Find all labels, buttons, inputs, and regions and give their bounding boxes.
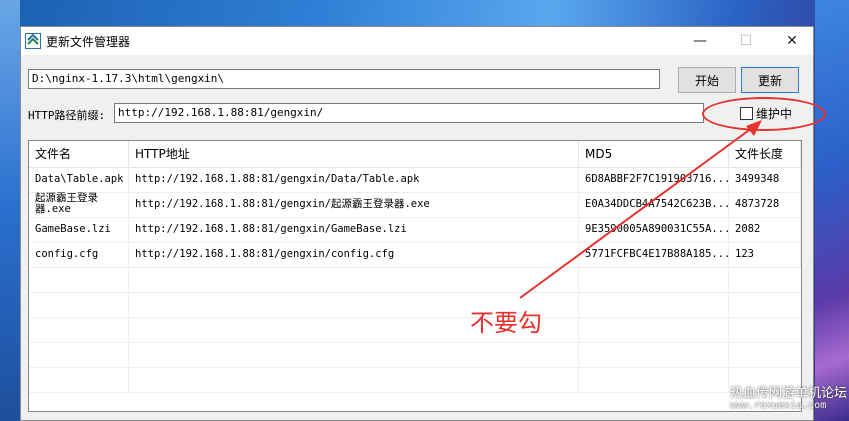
close-button[interactable]: ✕: [769, 27, 815, 55]
table-row[interactable]: GameBase.lzi http://192.168.1.88:81/geng…: [29, 217, 801, 243]
empty-row: [29, 292, 801, 318]
cell-http-url: http://192.168.1.88:81/gengxin/Data/Tabl…: [129, 167, 579, 192]
empty-row: [29, 317, 801, 343]
title-bar[interactable]: 更新文件管理器 — ☐ ✕: [21, 27, 813, 55]
cell-filename: config.cfg: [29, 242, 129, 267]
table-row[interactable]: 起源霸王登录器.exe http://192.168.1.88:81/gengx…: [29, 192, 801, 218]
watermark-text: 热血传网游单机论坛: [730, 386, 848, 401]
desktop-background-right: [815, 0, 849, 421]
cell-file-size: 3499348: [729, 167, 801, 192]
column-header-http-url[interactable]: HTTP地址: [129, 141, 579, 167]
empty-cell: [29, 317, 129, 342]
cell-md5: 6D8ABBF2F7C191903716...: [579, 167, 729, 192]
table-row[interactable]: Data\Table.apk http://192.168.1.88:81/ge…: [29, 167, 801, 193]
window-title: 更新文件管理器: [46, 35, 131, 49]
file-list-table[interactable]: 文件名 HTTP地址 MD5 文件长度 Data\Table.apk http:…: [28, 140, 802, 412]
cell-http-url: http://192.168.1.88:81/gengxin/起源霸王登录器.e…: [129, 192, 579, 217]
annotation-ellipse: [702, 97, 826, 131]
empty-cell: [579, 267, 729, 292]
cell-filename: 起源霸王登录器.exe: [29, 192, 129, 217]
cell-file-size: 123: [729, 242, 801, 267]
cell-http-url: http://192.168.1.88:81/gengxin/GameBase.…: [129, 217, 579, 242]
update-file-manager-window: 更新文件管理器 — ☐ ✕ D:\nginx-1.17.3\html\gengx…: [20, 26, 826, 421]
table-row[interactable]: config.cfg http://192.168.1.88:81/gengxi…: [29, 242, 801, 268]
empty-cell: [579, 367, 729, 392]
start-button[interactable]: 开始: [678, 67, 736, 93]
empty-cell: [129, 342, 579, 367]
app-icon: [25, 33, 41, 49]
http-prefix-input[interactable]: http://192.168.1.88:81/gengxin/: [114, 103, 704, 123]
column-header-filename[interactable]: 文件名: [29, 141, 129, 167]
empty-cell: [129, 267, 579, 292]
http-prefix-label: HTTP路径前缀:: [28, 109, 106, 122]
annotation-text: 不要勾: [470, 309, 542, 337]
minimize-button[interactable]: —: [677, 27, 723, 55]
cell-file-size: 4873728: [729, 192, 801, 217]
cell-md5: 9E3590005A890031C55A...: [579, 217, 729, 242]
empty-cell: [129, 367, 579, 392]
cell-md5: 5771FCFBC4E17B88A185...: [579, 242, 729, 267]
column-header-md5[interactable]: MD5: [579, 141, 729, 167]
cell-http-url: http://192.168.1.88:81/gengxin/config.cf…: [129, 242, 579, 267]
cell-filename: Data\Table.apk: [29, 167, 129, 192]
empty-cell: [579, 317, 729, 342]
empty-cell: [579, 342, 729, 367]
empty-cell: [29, 367, 129, 392]
cell-md5: E0A34DDCB4A7542C623B...: [579, 192, 729, 217]
empty-cell: [29, 342, 129, 367]
cell-filename: GameBase.lzi: [29, 217, 129, 242]
empty-row: [29, 267, 801, 293]
cell-file-size: 2082: [729, 217, 801, 242]
column-header-file-size[interactable]: 文件长度: [729, 141, 801, 167]
table-header: 文件名 HTTP地址 MD5 文件长度: [29, 141, 801, 168]
directory-path-input[interactable]: D:\nginx-1.17.3\html\gengxin\: [28, 69, 660, 89]
empty-cell: [29, 267, 129, 292]
empty-cell: [579, 292, 729, 317]
maximize-button[interactable]: ☐: [723, 27, 769, 55]
empty-cell: [29, 292, 129, 317]
update-button[interactable]: 更新: [741, 67, 799, 93]
empty-row: [29, 342, 801, 368]
empty-row: [29, 367, 801, 393]
desktop-background-left: [0, 0, 20, 421]
watermark-url: www.rexuexia.com: [730, 400, 827, 411]
